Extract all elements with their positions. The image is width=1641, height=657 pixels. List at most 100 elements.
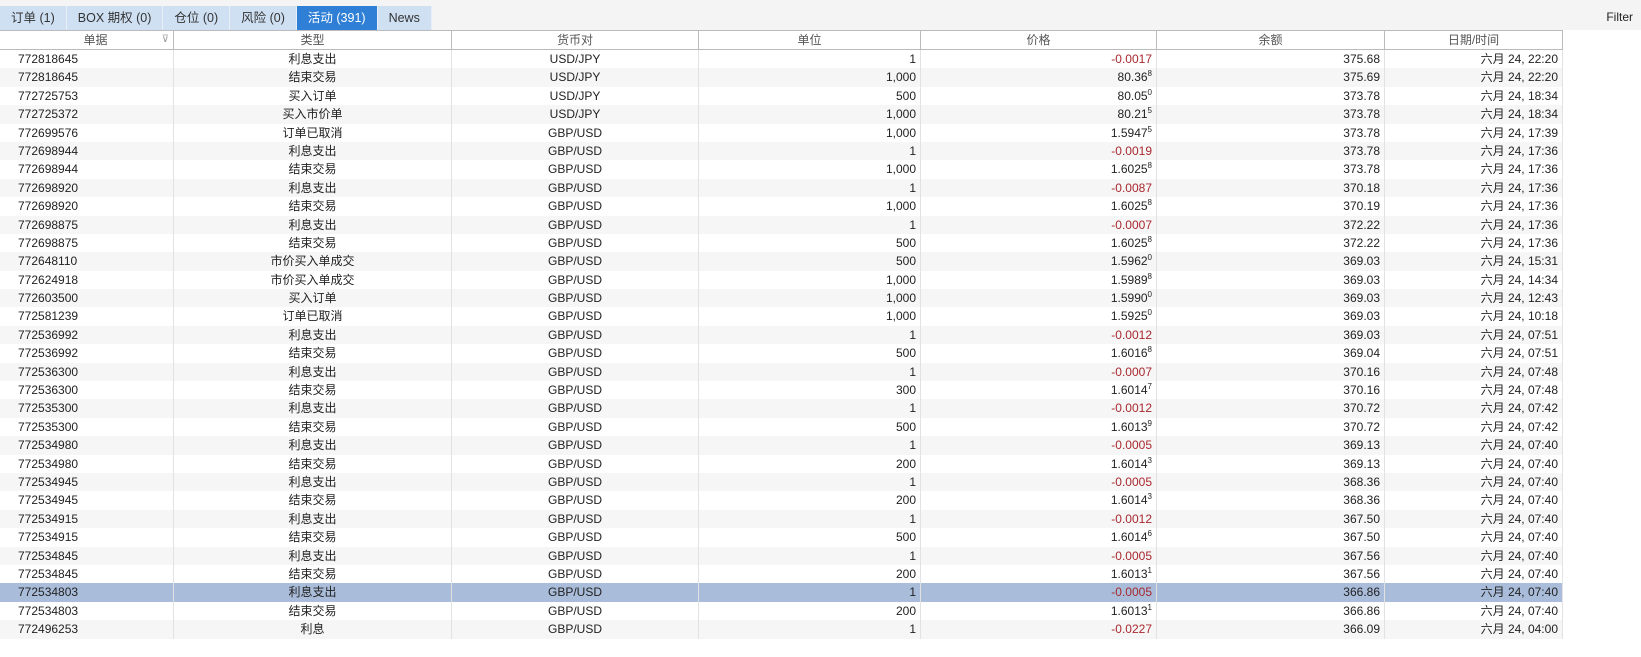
cell-datetime: 六月 24, 07:48 [1385, 381, 1563, 400]
table-row[interactable]: 772536992 结束交易 GBP/USD 500 1.60168 369.04 六月 2… [0, 344, 1563, 363]
tab-3[interactable]: 风险 (0) [230, 6, 297, 30]
cell-balance: 370.16 [1157, 362, 1385, 382]
table-row[interactable]: 772534915 结束交易 GBP/USD 500 1.60146 367.50 六月 2… [0, 528, 1563, 547]
table-row[interactable]: 772698944 利息支出 GBP/USD 1 -0.0019 373.78 六月 24,… [0, 141, 1563, 161]
column-header[interactable]: 日期/时间 [1385, 31, 1563, 49]
sort-icon[interactable]: ⊽ [162, 31, 169, 49]
cell-balance: 369.03 [1157, 289, 1385, 308]
cell-text: 买入市价单 [282, 107, 343, 122]
table-row[interactable]: 772698944 结束交易 GBP/USD 1,000 1.60258 373.78 六月… [0, 160, 1563, 179]
table-row[interactable]: 772698875 利息支出 GBP/USD 1 -0.0007 372.22 六月 24,… [0, 215, 1563, 234]
table-row[interactable]: 772698875 结束交易 GBP/USD 500 1.60258 372.22 六月 2… [0, 233, 1563, 253]
table-row[interactable]: 772534803 结束交易 GBP/USD 200 1.60131 366.86 六月 2… [0, 601, 1563, 621]
cell-balance: 367.50 [1157, 509, 1385, 529]
table-row[interactable]: 772725372 买入市价单 USD/JPY 1,000 80.215 373.78 六月… [0, 105, 1563, 124]
tabs: 订单 (1) BOX 期权 (0) 仓位 (0) 风险 (0) 活动 (391) News [0, 6, 432, 30]
cell-text: 772536992 [18, 346, 79, 361]
cell-pair: GBP/USD [452, 454, 699, 473]
table-row[interactable]: 772535300 利息支出 GBP/USD 1 -0.0012 370.72 六月 24,… [0, 399, 1563, 418]
table-row[interactable]: 772581239 订单已取消 GBP/USD 1,000 1.59250 369.03 六… [0, 307, 1563, 326]
cell-text: 367.50 [1343, 511, 1380, 526]
cell-id: 772535300 [0, 399, 174, 418]
cell-pair: GBP/USD [452, 197, 699, 216]
table-row[interactable]: 772534945 结束交易 GBP/USD 200 1.60143 368.36 六月 2… [0, 491, 1563, 510]
table-row[interactable]: 772699576 订单已取消 GBP/USD 1,000 1.59475 373.78 六… [0, 123, 1563, 142]
table-row[interactable]: 772818645 利息支出 USD/JPY 1 -0.0017 375.68 六月 24,… [0, 50, 1563, 69]
table-row[interactable]: 772536300 利息支出 GBP/USD 1 -0.0007 370.16 六月 24,… [0, 362, 1563, 382]
cell-price: 1.60258 [921, 160, 1157, 179]
column-header[interactable]: 单位 [699, 31, 921, 49]
cell-datetime: 六月 24, 15:31 [1385, 252, 1563, 271]
cell-price: 1.60139 [921, 417, 1157, 437]
cell-text: -0.0007 [1111, 217, 1152, 232]
cell-text: -0.0012 [1111, 327, 1152, 342]
cell-units: 500 [699, 86, 921, 106]
table-row[interactable]: 772698920 结束交易 GBP/USD 1,000 1.60258 370.19 六月… [0, 197, 1563, 216]
cell-datetime: 六月 24, 07:51 [1385, 344, 1563, 363]
cell-text: 六月 24, 17:36 [1480, 235, 1558, 250]
cell-pair: GBP/USD [452, 307, 699, 326]
table-row[interactable]: 772536992 利息支出 GBP/USD 1 -0.0012 369.03 六月 24,… [0, 325, 1563, 345]
cell-text: USD/JPY [549, 52, 601, 66]
filter-button[interactable]: Filter [1606, 10, 1633, 24]
tab-0[interactable]: 订单 (1) [0, 6, 67, 30]
cell-text: 500 [895, 530, 916, 545]
table-row[interactable]: 772603500 买入订单 GBP/USD 1,000 1.59900 369.03 六月… [0, 289, 1563, 308]
table-row[interactable]: 772535300 结束交易 GBP/USD 500 1.60139 370.72 六月 2… [0, 417, 1563, 437]
table-row[interactable]: 772698920 利息支出 GBP/USD 1 -0.0087 370.18 六月 24,… [0, 178, 1563, 198]
cell-pair: GBP/USD [452, 399, 699, 418]
table-row[interactable]: 772534803 利息支出 GBP/USD 1 -0.0005 366.86 六月 24,… [0, 583, 1563, 602]
table-row[interactable]: 772534980 利息支出 GBP/USD 1 -0.0005 369.13 六月 24,… [0, 436, 1563, 455]
cell-id: 772818645 [0, 68, 174, 87]
cell-id: 772699576 [0, 123, 174, 142]
cell-text: GBP/USD [547, 383, 602, 398]
cell-price: 1.60143 [921, 491, 1157, 510]
table-row[interactable]: 772534845 利息支出 GBP/USD 1 -0.0005 367.56 六月 24,… [0, 546, 1563, 565]
cell-text: -0.0227 [1111, 622, 1152, 637]
table-row[interactable]: 772534915 利息支出 GBP/USD 1 -0.0012 367.50 六月 24,… [0, 509, 1563, 529]
cell-price: -0.0012 [921, 399, 1157, 418]
cell-text: 六月 24, 17:36 [1480, 162, 1558, 177]
cell-pair: GBP/USD [452, 436, 699, 455]
cell-balance: 367.50 [1157, 528, 1385, 547]
column-header[interactable]: 价格 [921, 31, 1157, 49]
table-row[interactable]: 772496253 利息 GBP/USD 1 -0.0227 366.09 六月 24, 0… [0, 620, 1563, 639]
column-header[interactable]: 类型 [174, 31, 452, 49]
table-row[interactable]: 772725753 买入订单 USD/JPY 500 80.050 373.78 六月 24… [0, 86, 1563, 106]
cell-text: 372.22 [1343, 217, 1380, 232]
tab-1[interactable]: BOX 期权 (0) [66, 6, 164, 30]
table-row[interactable]: 772536300 结束交易 GBP/USD 300 1.60147 370.16 六月 2… [0, 381, 1563, 400]
cell-text: 结束交易 [288, 603, 337, 618]
cell-text: GBP/USD [547, 291, 602, 306]
cell-text: 1,000 [885, 125, 916, 140]
cell-text: 1 [909, 217, 916, 232]
cell-units: 1,000 [699, 270, 921, 290]
tab-4[interactable]: 活动 (391) [296, 6, 378, 30]
price-pip-digit: 6 [1147, 529, 1152, 539]
table-row[interactable]: 772534945 利息支出 GBP/USD 1 -0.0005 368.36 六月 24,… [0, 472, 1563, 492]
cell-type: 利息支出 [174, 178, 452, 198]
cell-type: 结束交易 [174, 160, 452, 179]
cell-text: 订单已取消 [282, 309, 343, 324]
table-row[interactable]: 772648110 市价买入单成交 GBP/USD 500 1.59620 369.03 六… [0, 252, 1563, 271]
cell-balance: 375.68 [1157, 50, 1385, 69]
cell-type: 结束交易 [174, 528, 452, 547]
column-header[interactable]: 货币对 [452, 31, 699, 49]
cell-text: 772818645 [18, 70, 79, 85]
table-row[interactable]: 772534980 结束交易 GBP/USD 200 1.60143 369.13 六月 2… [0, 454, 1563, 473]
table-row[interactable]: 772624918 市价买入单成交 GBP/USD 1,000 1.59898 369.0… [0, 270, 1563, 290]
cell-id: 772648110 [0, 252, 174, 271]
tab-5[interactable]: News [377, 6, 432, 30]
table-row[interactable]: 772818645 结束交易 USD/JPY 1,000 80.368 375.69 六月 … [0, 68, 1563, 87]
cell-pair: USD/JPY [452, 50, 699, 69]
tab-2[interactable]: 仓位 (0) [163, 6, 231, 30]
cell-id: 772818645 [0, 50, 174, 69]
column-header[interactable]: 单据 ⊽ [0, 31, 174, 49]
table-row[interactable]: 772534845 结束交易 GBP/USD 200 1.60131 367.56 六月 2… [0, 564, 1563, 584]
cell-pair: GBP/USD [452, 325, 699, 345]
cell-id: 772603500 [0, 289, 174, 308]
cell-balance: 368.36 [1157, 472, 1385, 492]
cell-text: 结束交易 [288, 456, 337, 471]
price-pip-digit: 0 [1147, 290, 1152, 300]
column-header[interactable]: 余额 [1157, 31, 1385, 49]
